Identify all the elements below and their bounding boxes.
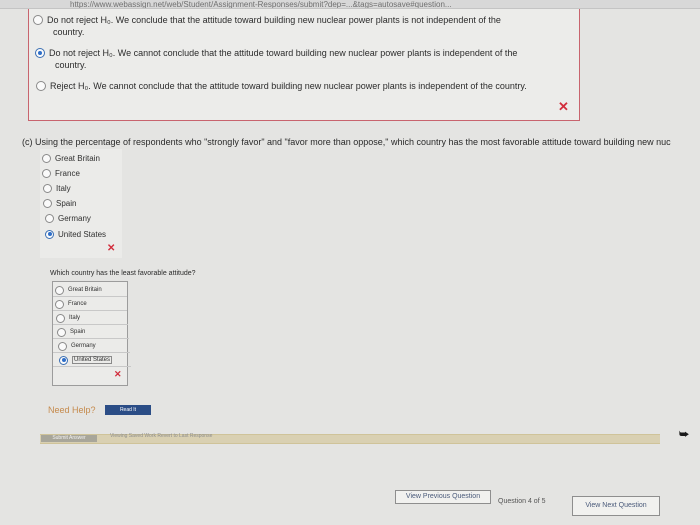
option-label: United States: [72, 356, 113, 364]
question-counter: Question 4 of 5: [498, 498, 546, 505]
option-label: Spain: [56, 198, 77, 208]
radio-button[interactable]: [58, 341, 67, 351]
option-label: Italy: [56, 183, 71, 193]
most-favorable-options: Great Britain France Italy Spain Germany…: [40, 149, 122, 258]
option-line-1: Reject H₀. We cannot conclude that the a…: [50, 81, 527, 91]
radio-button[interactable]: [43, 198, 52, 208]
option-spain[interactable]: Spain: [53, 326, 129, 339]
option-italy[interactable]: Italy: [53, 312, 128, 325]
incorrect-x-icon: ✕: [558, 99, 569, 114]
radio-button[interactable]: [56, 313, 65, 323]
submit-answer-button[interactable]: Submit Answer: [41, 435, 97, 442]
option-reject-independent[interactable]: Reject H₀. We cannot conclude that the a…: [36, 80, 566, 92]
question-c-text: (c) Using the percentage of respondents …: [22, 137, 671, 147]
question-least-favorable-text: Which country has the least favorable at…: [50, 270, 196, 277]
radio-button[interactable]: [45, 213, 54, 223]
option-france[interactable]: France: [40, 166, 124, 180]
radio-button[interactable]: [43, 183, 52, 193]
option-do-not-reject-independent[interactable]: Do not reject H₀. We cannot conclude tha…: [35, 47, 555, 71]
option-great-britain[interactable]: Great Britain: [40, 151, 124, 165]
option-germany[interactable]: Germany: [53, 340, 130, 353]
url-text: https://www.webassign.net/web/Student/As…: [70, 0, 452, 9]
radio-button[interactable]: [42, 153, 51, 163]
option-label: Spain: [70, 329, 86, 335]
option-line-1: Do not reject H₀. We cannot conclude tha…: [49, 48, 518, 58]
read-it-button[interactable]: Read It: [105, 405, 151, 415]
radio-button[interactable]: [42, 168, 51, 178]
browser-url-bar[interactable]: https://www.webassign.net/web/Student/As…: [0, 0, 700, 9]
option-line-2: country.: [55, 60, 87, 70]
option-france[interactable]: France: [53, 298, 127, 311]
option-united-states[interactable]: United States: [53, 354, 131, 367]
least-favorable-options: Great Britain France Italy Spain Germany…: [52, 281, 131, 386]
option-label: United States: [58, 229, 107, 239]
radio-button[interactable]: [55, 299, 64, 309]
radio-button[interactable]: [33, 15, 43, 25]
option-do-not-reject-not-independent[interactable]: Do not reject H₀. We conclude that the a…: [33, 14, 553, 38]
option-great-britain[interactable]: Great Britain: [53, 284, 127, 297]
option-united-states[interactable]: United States: [40, 227, 127, 241]
radio-button-selected[interactable]: [35, 48, 45, 58]
need-help-label: Need Help?: [48, 405, 96, 415]
option-label: Great Britain: [55, 153, 100, 163]
option-italy[interactable]: Italy: [40, 181, 125, 195]
radio-button[interactable]: [57, 327, 66, 337]
option-line-2: country.: [53, 27, 85, 37]
saved-work-status[interactable]: Viewing Saved Work Revert to Last Respon…: [110, 433, 212, 439]
radio-button-selected[interactable]: [59, 355, 68, 365]
option-line-1: Do not reject H₀. We conclude that the a…: [47, 15, 501, 25]
mouse-cursor-icon: ⮩: [679, 429, 690, 441]
option-germany[interactable]: Germany: [40, 211, 127, 225]
radio-button-selected[interactable]: [45, 229, 54, 239]
option-label: France: [68, 301, 87, 307]
option-label: Italy: [69, 315, 81, 321]
option-spain[interactable]: Spain: [40, 196, 125, 210]
incorrect-x-icon: ✕: [107, 243, 116, 254]
previous-part-answer-box: Do not reject H₀. We conclude that the a…: [28, 9, 580, 121]
option-label: Great Britain: [68, 287, 102, 293]
option-label: Germany: [71, 343, 96, 349]
view-next-question-button[interactable]: View Next Question: [572, 496, 660, 516]
option-label: Germany: [58, 213, 91, 223]
view-previous-question-button[interactable]: View Previous Question: [395, 490, 491, 504]
radio-button[interactable]: [36, 81, 46, 91]
radio-button[interactable]: [55, 285, 64, 295]
option-label: France: [55, 168, 80, 178]
incorrect-x-icon: ✕: [114, 369, 122, 379]
